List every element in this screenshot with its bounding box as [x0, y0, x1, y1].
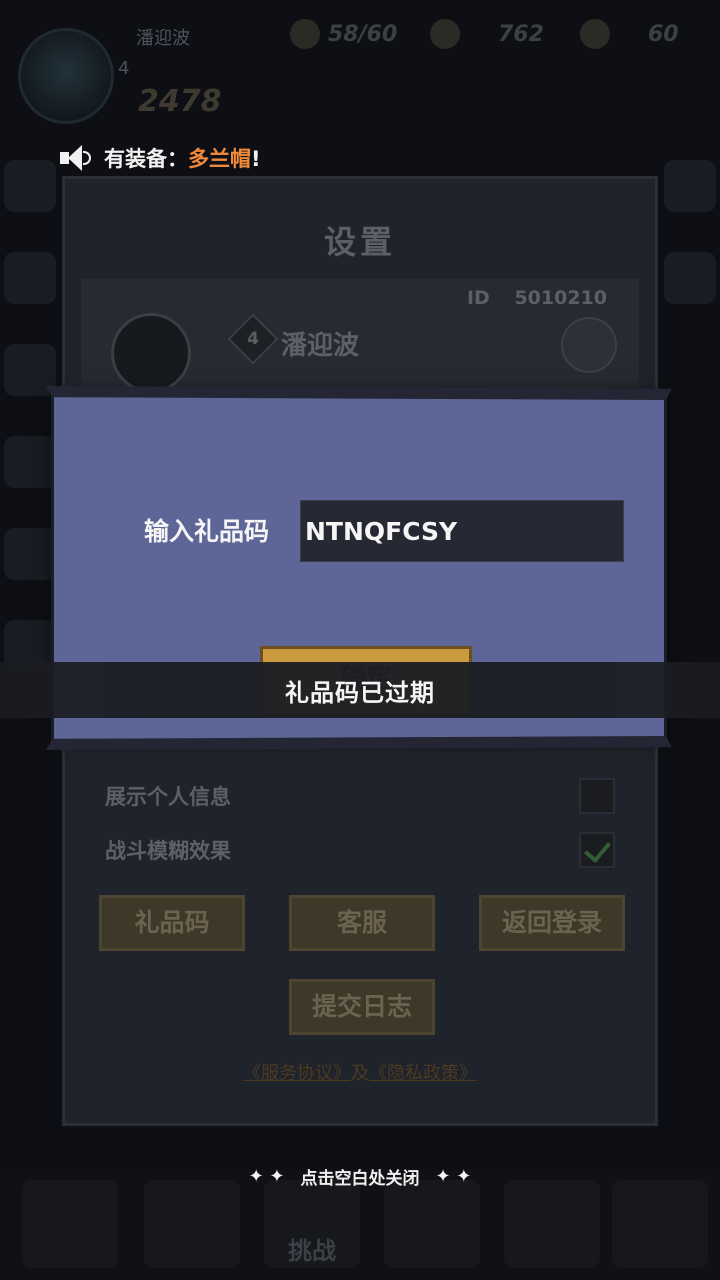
player-avatar[interactable]	[18, 28, 114, 124]
submit-log-button[interactable]: 提交日志	[289, 979, 435, 1035]
close-hint[interactable]: ✦ ✦ 点击空白处关闭 ✦ ✦	[0, 1158, 720, 1194]
notice-suffix: !	[251, 147, 261, 171]
profile-name: 潘迎波	[281, 331, 360, 361]
id-value: 5010210	[514, 287, 607, 309]
gold-value: 762	[498, 21, 544, 47]
stamina-icon	[290, 19, 320, 49]
player-id: ID 5010210	[467, 287, 607, 309]
setting-row-battle-blur: 战斗模糊效果	[105, 823, 615, 877]
gift-code-input[interactable]	[300, 500, 624, 562]
gift-code-button[interactable]: 礼品码	[99, 895, 245, 951]
gem-value: 60	[648, 21, 679, 47]
left-side-menu	[0, 160, 60, 712]
customer-service-button[interactable]: 客服	[289, 895, 435, 951]
toast-message: 礼品码已过期	[285, 678, 435, 707]
hud-power-value: 2478	[138, 84, 222, 119]
gem-icon	[580, 19, 610, 49]
notice-item-name: 多兰帽	[188, 147, 251, 171]
setting-label: 战斗模糊效果	[105, 839, 231, 863]
gold-resource[interactable]: 762	[430, 14, 544, 54]
notice-prefix: 有装备：	[104, 147, 188, 171]
setting-label: 展示个人信息	[105, 785, 231, 809]
side-signin-icon[interactable]	[664, 252, 716, 304]
legal-links: 《服务协议》及《隐私政策》	[65, 1059, 655, 1085]
profile-avatar	[111, 313, 191, 393]
battle-blur-checkbox[interactable]	[579, 832, 615, 868]
side-bag-icon[interactable]	[4, 436, 56, 488]
right-side-menu	[660, 160, 720, 344]
top-hud: 潘迎波 4 2478 58/60 762 60	[0, 0, 720, 140]
settings-list: 展示个人信息 战斗模糊效果	[105, 769, 615, 877]
sparkle-icon: ✦ ✦	[248, 1165, 285, 1187]
gold-icon	[430, 19, 460, 49]
speaker-icon	[58, 143, 94, 173]
gem-resource[interactable]: 60	[580, 14, 679, 54]
hud-player-level: 4	[118, 58, 130, 79]
side-reward-icon[interactable]	[664, 160, 716, 212]
expired-toast: 礼品码已过期	[0, 662, 720, 718]
settings-buttons: 礼品码 客服 返回登录 提交日志	[99, 895, 625, 1035]
privacy-link[interactable]: 《隐私政策》	[369, 1063, 477, 1084]
nav-challenge-label: 挑战	[288, 1237, 336, 1265]
gift-code-label: 输入礼品码	[144, 517, 270, 546]
terms-link[interactable]: 《服务协议》	[243, 1063, 351, 1084]
and-text: 及	[351, 1063, 369, 1084]
edit-name-button[interactable]	[561, 317, 617, 373]
settings-title: 设置	[323, 223, 396, 261]
equipment-notice: 有装备：多兰帽!	[58, 138, 261, 178]
setting-row-show-info: 展示个人信息	[105, 769, 615, 823]
side-activity-icon[interactable]	[4, 252, 56, 304]
show-info-checkbox[interactable]	[579, 778, 615, 814]
stamina-resource[interactable]: 58/60	[290, 14, 397, 54]
profile-card: ID 5010210 4 潘迎波	[81, 279, 639, 399]
back-to-login-button[interactable]: 返回登录	[479, 895, 625, 951]
side-mail-icon[interactable]	[4, 528, 56, 580]
id-label: ID	[466, 287, 490, 309]
stamina-value: 58/60	[328, 21, 398, 47]
side-event-icon[interactable]	[4, 160, 56, 212]
hud-player-name: 潘迎波	[136, 28, 190, 49]
profile-level-badge: 4	[227, 313, 279, 365]
close-hint-text: 点击空白处关闭	[300, 1168, 420, 1189]
sparkle-icon: ✦ ✦	[435, 1165, 472, 1187]
